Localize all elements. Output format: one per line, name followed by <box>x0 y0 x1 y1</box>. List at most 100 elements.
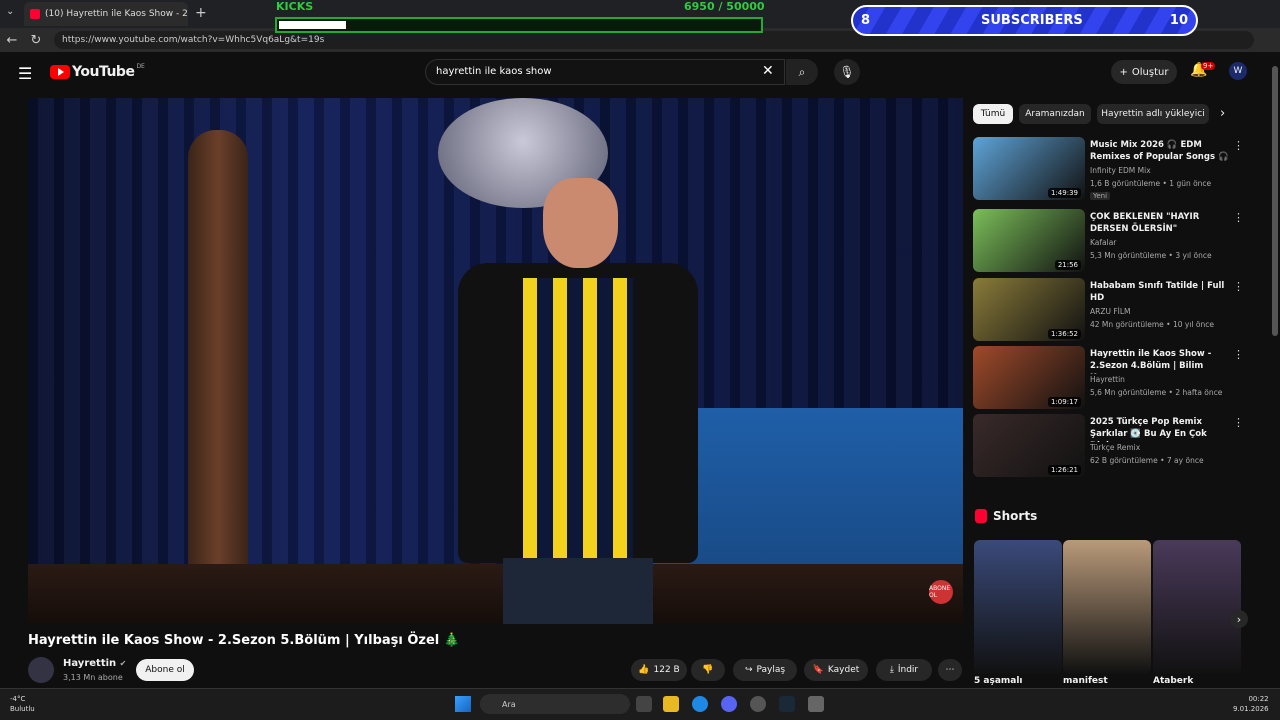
tab-list-icon[interactable]: ⌄ <box>6 6 14 17</box>
kicks-progress-fill <box>279 21 346 29</box>
related-video-title[interactable]: Music Mix 2026 🎧 EDM Remixes of Popular … <box>1090 139 1230 165</box>
video-player[interactable]: ABONE OL <box>28 98 963 624</box>
taskbar-clock[interactable]: 00:22 9.01.2026 <box>1233 694 1269 714</box>
back-icon[interactable]: ← <box>0 33 24 48</box>
kicks-count: 6950 / 50000 <box>684 0 765 13</box>
channel-name[interactable]: Hayrettin ✔ <box>63 658 126 669</box>
voice-search-button[interactable]: 🎙 <box>834 59 860 85</box>
edge-browser-icon[interactable] <box>692 696 708 712</box>
weather-condition: Bulutlu <box>10 705 35 713</box>
subscribers-left-count: 8 <box>861 13 871 28</box>
search-input[interactable]: hayrettin ile kaos show <box>425 59 785 85</box>
related-video-meta: 5,3 Mn görüntüleme • 3 yıl önce <box>1090 251 1212 260</box>
clear-search-icon[interactable]: ✕ <box>762 63 774 79</box>
channel-avatar[interactable] <box>28 657 54 683</box>
share-icon: ↪ <box>744 665 753 675</box>
related-video-title[interactable]: Hayrettin ile Kaos Show - 2.Sezon 4.Bölü… <box>1090 348 1230 374</box>
related-video-item[interactable]: 1:36:52 Hababam Sınıfı Tatilde | Full HD A… <box>973 278 1253 342</box>
channel-name-text: Hayrettin <box>63 658 117 669</box>
thumbs-up-icon: 👍 <box>638 665 650 675</box>
shorts-heading: Shorts <box>975 509 1037 523</box>
youtube-favicon-icon <box>30 9 40 19</box>
chip-from-search[interactable]: Aramanızdan <box>1019 104 1091 124</box>
more-vertical-icon[interactable]: ⋮ <box>1233 139 1244 152</box>
account-avatar[interactable]: W <box>1229 62 1247 80</box>
like-button[interactable]: 👍 122 B <box>631 659 687 681</box>
subscribers-right-count: 10 <box>1169 13 1188 28</box>
new-tab-icon[interactable]: + <box>195 5 207 21</box>
related-video-channel[interactable]: Kafalar <box>1090 238 1116 247</box>
browser-tab[interactable]: (10) Hayrettin ile Kaos Show - 2.Se × <box>24 2 188 26</box>
save-button[interactable]: 🔖 Kaydet <box>804 659 868 681</box>
start-menu-icon[interactable] <box>455 696 471 712</box>
create-button[interactable]: + Oluştur <box>1111 60 1177 84</box>
chip-uploader[interactable]: Hayrettin adlı yükleyici <box>1097 104 1209 124</box>
youtube-logo[interactable]: YouTube DE <box>50 62 145 80</box>
related-video-channel[interactable]: Türkçe Remix <box>1090 443 1140 452</box>
more-vertical-icon[interactable]: ⋮ <box>1233 280 1244 293</box>
chip-all[interactable]: Tümü <box>973 104 1013 124</box>
presenter-figure <box>448 178 708 624</box>
presenter-head <box>543 178 618 268</box>
chevron-right-icon[interactable]: › <box>1220 106 1225 121</box>
short-title[interactable]: Ataberk <box>1153 676 1193 686</box>
channel-subscriber-count: 3,13 Mn abone <box>63 673 123 682</box>
more-vertical-icon[interactable]: ⋮ <box>1233 211 1244 224</box>
short-thumbnail[interactable] <box>974 540 1062 674</box>
notification-count-badge: 9+ <box>1201 62 1216 70</box>
video-duration: 21:56 <box>1054 260 1081 270</box>
video-duration: 1:49:39 <box>1048 188 1081 198</box>
short-thumbnail[interactable] <box>1153 540 1241 674</box>
related-video-channel[interactable]: Infinity EDM Mix <box>1090 166 1151 175</box>
steam-icon[interactable] <box>779 696 795 712</box>
temperature: -4°C <box>10 695 26 703</box>
discord-icon[interactable] <box>721 696 737 712</box>
related-video-title[interactable]: ÇOK BEKLENEN "HAYIR DERSEN ÖLERSİN" <box>1090 211 1230 235</box>
task-view-icon[interactable] <box>636 696 652 712</box>
related-video-item[interactable]: 1:26:21 2025 Türkçe Pop Remix Şarkılar 💽 … <box>973 414 1253 478</box>
short-title[interactable]: manifest <box>1063 676 1108 686</box>
reload-icon[interactable]: ↻ <box>24 33 48 48</box>
subscribe-watermark[interactable]: ABONE OL <box>929 580 953 604</box>
video-duration: 1:26:21 <box>1048 465 1081 475</box>
subscribe-button[interactable]: Abone ol <box>136 659 194 681</box>
weather-widget[interactable]: -4°C Bulutlu <box>10 694 35 714</box>
more-horizontal-icon: ⋯ <box>945 665 955 675</box>
like-count: 122 B <box>653 665 680 675</box>
more-vertical-icon[interactable]: ⋮ <box>1233 348 1244 361</box>
share-button[interactable]: ↪ Paylaş <box>733 659 797 681</box>
file-explorer-icon[interactable] <box>663 696 679 712</box>
app-icon[interactable] <box>750 696 766 712</box>
logo-text: YouTube <box>72 64 135 80</box>
stage-pipe-prop <box>188 130 248 570</box>
more-actions-button[interactable]: ⋯ <box>938 659 962 681</box>
taskbar-search[interactable]: Ara <box>480 694 630 714</box>
logo-region: DE <box>136 62 145 70</box>
related-video-item[interactable]: 1:49:39 Music Mix 2026 🎧 EDM Remixes of P… <box>973 137 1253 201</box>
kicks-label: KICKS <box>276 0 314 13</box>
thumbs-down-icon: 👎 <box>702 665 714 675</box>
related-video-item[interactable]: 1:09:17 Hayrettin ile Kaos Show - 2.Sezon… <box>973 346 1253 410</box>
related-video-channel[interactable]: ARZU FİLM <box>1090 307 1131 316</box>
search-button[interactable]: ⌕ <box>786 59 818 85</box>
dislike-button[interactable]: 👎 <box>691 659 725 681</box>
related-video-title[interactable]: Hababam Sınıfı Tatilde | Full HD <box>1090 280 1230 304</box>
shorts-next-icon[interactable]: › <box>1230 610 1248 628</box>
related-video-title[interactable]: 2025 Türkçe Pop Remix Şarkılar 💽 Bu Ay E… <box>1090 416 1230 442</box>
new-badge: Yeni <box>1090 192 1111 200</box>
download-button[interactable]: ⤓ İndir <box>876 659 932 681</box>
subscribers-label: SUBSCRIBERS <box>981 13 1083 28</box>
related-video-item[interactable]: 21:56 ÇOK BEKLENEN "HAYIR DERSEN ÖLERSİN"… <box>973 209 1253 273</box>
short-thumbnail[interactable] <box>1063 540 1151 674</box>
short-title[interactable]: 5 aşamalı <box>974 676 1023 686</box>
scrollbar-thumb[interactable] <box>1272 66 1278 336</box>
settings-gear-icon[interactable] <box>808 696 824 712</box>
related-video-channel[interactable]: Hayrettin <box>1090 375 1125 384</box>
clock-date: 9.01.2026 <box>1233 705 1269 713</box>
shorts-icon <box>975 509 987 523</box>
more-vertical-icon[interactable]: ⋮ <box>1233 416 1244 429</box>
tab-title: (10) Hayrettin ile Kaos Show - 2.Se <box>45 9 188 19</box>
plus-icon: + <box>1119 66 1128 78</box>
page-scrollbar[interactable] <box>1270 54 1280 688</box>
hamburger-menu-icon[interactable]: ☰ <box>18 64 32 83</box>
